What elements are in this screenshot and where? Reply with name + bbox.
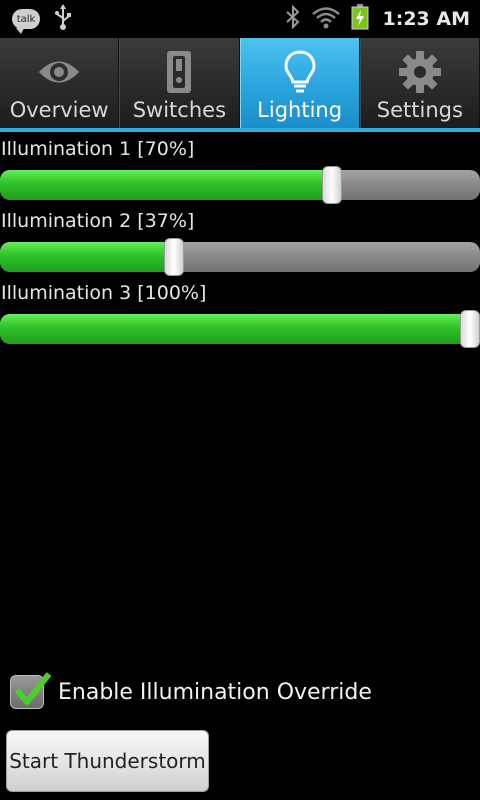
tab-label: Settings xyxy=(376,98,463,122)
slider-illumination-2-block: Illumination 2 [37%] xyxy=(0,208,480,280)
talk-icon-label: talk xyxy=(16,13,36,25)
slider-label: Illumination 3 [100%] xyxy=(1,282,207,304)
slider-illumination-3-block: Illumination 3 [100%] xyxy=(0,280,480,352)
slider-fill xyxy=(0,242,174,272)
tab-lighting[interactable]: Lighting xyxy=(239,38,360,130)
override-row[interactable]: Enable Illumination Override xyxy=(10,672,372,712)
checkmark-icon xyxy=(14,672,52,705)
tab-settings[interactable]: Settings xyxy=(359,38,480,130)
slider-fill xyxy=(0,314,480,344)
tab-bar: Overview Switches Lighting Settings xyxy=(0,38,480,130)
override-checkbox[interactable] xyxy=(10,672,52,709)
notification-icons: talk xyxy=(0,0,72,38)
eye-icon xyxy=(35,48,83,96)
status-bar: talk 1:23 AM xyxy=(0,0,480,38)
slider-fill xyxy=(0,170,332,200)
tab-label: Switches xyxy=(132,98,227,122)
slider-thumb[interactable] xyxy=(163,238,184,276)
talk-icon: talk xyxy=(12,9,40,34)
tab-label: Overview xyxy=(9,98,109,122)
gear-icon xyxy=(396,48,444,96)
battery-charging-icon xyxy=(351,4,369,34)
tab-switches[interactable]: Switches xyxy=(119,38,240,130)
slider-label: Illumination 1 [70%] xyxy=(1,138,195,160)
tab-label: Lighting xyxy=(257,98,343,122)
slider-thumb[interactable] xyxy=(322,166,342,204)
lightbulb-icon xyxy=(276,48,324,96)
start-thunderstorm-button[interactable]: Start Thunderstorm xyxy=(6,730,209,792)
tab-selected-indicator xyxy=(0,128,480,132)
switch-icon xyxy=(155,48,203,96)
override-label: Enable Illumination Override xyxy=(58,679,372,705)
slider-thumb[interactable] xyxy=(460,310,480,348)
slider-label: Illumination 2 [37%] xyxy=(1,210,195,232)
illumination-1-slider[interactable] xyxy=(0,166,480,204)
wifi-icon xyxy=(311,5,341,33)
clock: 1:23 AM xyxy=(382,8,471,30)
illumination-2-slider[interactable] xyxy=(0,238,480,276)
app-screen: talk 1:23 AM Overview Switches Lighting … xyxy=(0,0,480,800)
system-icons: 1:23 AM xyxy=(285,0,480,38)
bluetooth-icon xyxy=(285,4,301,33)
usb-icon xyxy=(54,4,72,34)
lighting-content: Illumination 1 [70%] Illumination 2 [37%… xyxy=(0,136,480,352)
tab-overview[interactable]: Overview xyxy=(0,38,120,130)
illumination-3-slider[interactable] xyxy=(0,310,480,348)
slider-illumination-1-block: Illumination 1 [70%] xyxy=(0,136,480,208)
